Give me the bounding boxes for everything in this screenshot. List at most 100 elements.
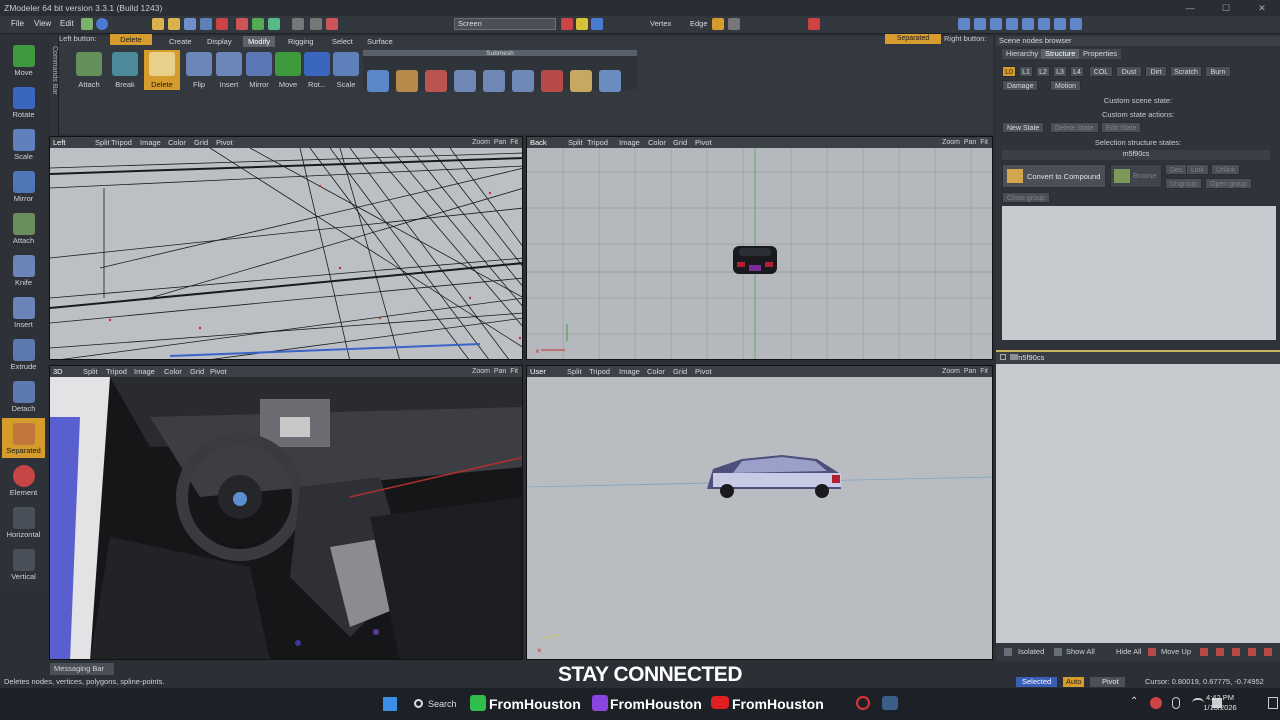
grid-control[interactable]: Grid [190, 366, 204, 377]
auto-badge[interactable]: Auto [1063, 677, 1085, 687]
microphone-icon[interactable] [1172, 697, 1180, 709]
tab-structure[interactable]: Structure [1041, 49, 1080, 59]
level-l4[interactable]: L4 [1070, 66, 1084, 77]
submesh-tool-icon[interactable] [570, 70, 592, 92]
minimize-icon[interactable]: — [1172, 0, 1208, 16]
redo-icon[interactable] [310, 18, 322, 30]
zoom-control[interactable]: Zoom [942, 368, 960, 375]
view-icon[interactable] [974, 18, 986, 30]
level-dust[interactable]: Dust [1116, 66, 1142, 77]
level-scratch[interactable]: Scratch [1170, 66, 1202, 77]
undo-icon[interactable] [292, 18, 304, 30]
pan-control[interactable]: Pan [964, 139, 976, 146]
edge-label[interactable]: Edge [690, 19, 708, 28]
left-button-value[interactable]: Delete [110, 34, 152, 45]
insert-button[interactable]: Insert [214, 50, 244, 89]
viewport-name[interactable]: 3D [53, 366, 63, 377]
selected-node-label[interactable]: m5f90cs [1002, 150, 1270, 160]
mirror-button[interactable]: Mirror [244, 50, 274, 89]
tab-create[interactable]: Create [164, 36, 197, 47]
commands-bar[interactable]: Commands Bar [49, 36, 59, 136]
unlink-button[interactable]: Unlink [1211, 164, 1241, 175]
dec-button[interactable]: Dec [1165, 164, 1188, 175]
detach-tool[interactable]: Detach [2, 376, 45, 416]
viewport-canvas[interactable] [50, 148, 522, 359]
split-control[interactable]: Split [567, 366, 582, 377]
fit-control[interactable]: Fit [980, 139, 988, 146]
move-tool[interactable]: Move [2, 40, 45, 80]
level-dirt[interactable]: Dirt [1145, 66, 1167, 77]
submesh-tool-icon[interactable] [396, 70, 418, 92]
messaging-bar[interactable]: Messaging Bar [50, 663, 114, 675]
structure-list[interactable] [1002, 206, 1276, 340]
grid-control[interactable]: Grid [673, 366, 687, 377]
pivot-badge[interactable]: Pivot [1090, 677, 1125, 687]
horizontal-tool[interactable]: Horizontal [2, 502, 45, 542]
tripod-control[interactable]: Tripod [111, 137, 132, 148]
maximize-icon[interactable]: ☐ [1208, 0, 1244, 16]
zoom-control[interactable]: Zoom [472, 368, 490, 375]
image-control[interactable]: Image [140, 137, 161, 148]
submesh-tool-icon[interactable] [483, 70, 505, 92]
damage-dropdown[interactable]: Damage [1002, 80, 1039, 91]
tab-display[interactable]: Display [202, 36, 237, 47]
flip-button[interactable]: Flip [184, 50, 214, 89]
image-control[interactable]: Image [619, 366, 640, 377]
steam-icon[interactable] [882, 696, 898, 710]
hide-all-button[interactable]: Hide All [1116, 643, 1141, 661]
fit-control[interactable]: Fit [980, 368, 988, 375]
image-control[interactable]: Image [619, 137, 640, 148]
magnet-icon[interactable] [808, 18, 820, 30]
submesh-tool-icon[interactable] [541, 70, 563, 92]
scene-tool-icon[interactable] [1232, 648, 1240, 656]
mirror-tool[interactable]: Mirror [2, 166, 45, 206]
level-l0[interactable]: L0 [1002, 66, 1016, 77]
level-l3[interactable]: L3 [1053, 66, 1067, 77]
export-icon[interactable] [236, 18, 248, 30]
tripod-control[interactable]: Tripod [589, 366, 610, 377]
rotate-tool[interactable]: Rotate [2, 82, 45, 122]
view-icon[interactable] [1006, 18, 1018, 30]
scene-tool-icon[interactable] [1264, 648, 1272, 656]
close-icon[interactable]: ✕ [1244, 0, 1280, 16]
pan-control[interactable]: Pan [494, 368, 506, 375]
vertical-tool[interactable]: Vertical [2, 544, 45, 584]
menu-edit[interactable]: Edit [60, 19, 74, 28]
grid-control[interactable]: Grid [194, 137, 208, 148]
tab-hierarchy[interactable]: Hierarchy [1002, 49, 1043, 59]
submesh-tool-icon[interactable] [512, 70, 534, 92]
viewport-back[interactable]: Back Split Tripod Image Color Grid Pivot… [526, 136, 993, 360]
screen-select[interactable]: Screen [454, 18, 556, 30]
separated-button[interactable]: Separated [885, 34, 941, 44]
tab-surface[interactable]: Surface [362, 36, 398, 47]
save-icon[interactable] [184, 18, 196, 30]
zoom-control[interactable]: Zoom [472, 139, 490, 146]
refresh-icon[interactable] [252, 18, 264, 30]
scene-browser-node[interactable]: m5f90cs [996, 350, 1280, 364]
save-as-icon[interactable] [200, 18, 212, 30]
knife-tool[interactable]: Knife [2, 250, 45, 290]
color-control[interactable]: Color [647, 366, 665, 377]
pan-control[interactable]: Pan [964, 368, 976, 375]
new-file-icon[interactable] [152, 18, 164, 30]
scale-button[interactable]: Scale [331, 50, 361, 89]
extrude-tool[interactable]: Extrude [2, 334, 45, 374]
toolbar-icon[interactable] [81, 18, 93, 30]
vertex-label[interactable]: Vertex [650, 19, 671, 28]
menu-file[interactable]: File [11, 19, 24, 28]
open-group-button[interactable]: Open group [1205, 178, 1252, 189]
viewport-canvas[interactable]: × [527, 148, 992, 359]
insert-tool[interactable]: Insert [2, 292, 45, 332]
submesh-tool-icon[interactable] [599, 70, 621, 92]
viewport-user[interactable]: User Split Tripod Image Color Grid Pivot… [526, 365, 993, 660]
viewport-name[interactable]: User [530, 366, 546, 377]
import-icon[interactable] [216, 18, 228, 30]
viewport-3d[interactable]: 3D Split Tripod Image Color Grid Pivot Z… [49, 365, 523, 660]
submesh-cube-icon[interactable] [367, 70, 389, 92]
viewport-canvas[interactable]: × [527, 377, 992, 659]
link-button[interactable]: Link [1186, 164, 1209, 175]
tab-modify[interactable]: Modify [243, 36, 276, 47]
polygon-mode-icon[interactable] [712, 18, 724, 30]
windows-start-icon[interactable] [383, 697, 397, 711]
pan-control[interactable]: Pan [494, 139, 506, 146]
